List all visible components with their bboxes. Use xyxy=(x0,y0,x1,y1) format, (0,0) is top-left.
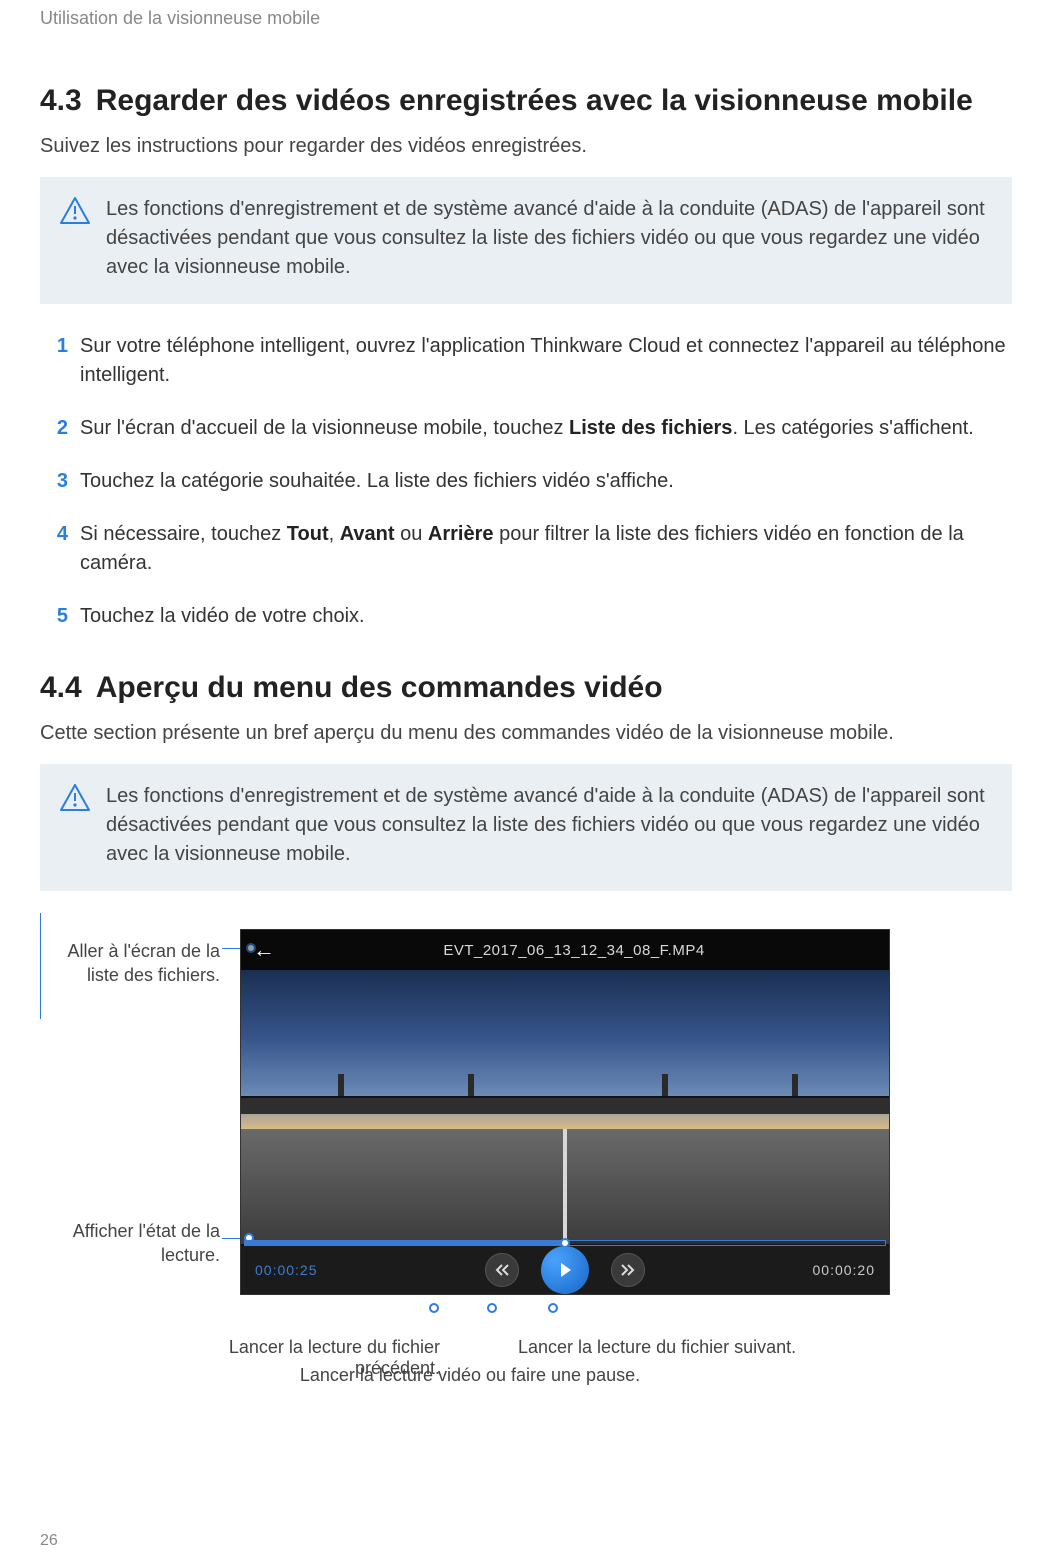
callout-status: Afficher l'état de la lecture. xyxy=(40,1219,220,1268)
step-number: 2 xyxy=(40,414,68,443)
step-5: 5 Touchez la vidéo de votre choix. xyxy=(40,602,1012,631)
warning-text-2: Les fonctions d'enregistrement et de sys… xyxy=(106,782,992,869)
step-body: Touchez la vidéo de votre choix. xyxy=(80,602,365,631)
section-4-3-intro: Suivez les instructions pour regarder de… xyxy=(40,132,1012,161)
step-4: 4 Si nécessaire, touchez Tout, Avant ou … xyxy=(40,520,1012,578)
section-number: 4.4 xyxy=(40,671,82,704)
callout-dot-icon xyxy=(548,1303,558,1313)
player-controls: 00:00:25 00:00:20 xyxy=(241,1246,889,1294)
step-1: 1 Sur votre téléphone intelligent, ouvre… xyxy=(40,332,1012,390)
step-3: 3 Touchez la catégorie souhaitée. La lis… xyxy=(40,467,1012,496)
step-body: Sur votre téléphone intelligent, ouvrez … xyxy=(80,332,1012,390)
section-4-3-heading: 4.3 Regarder des vidéos enregistrées avec… xyxy=(40,84,1012,118)
section-title: Regarder des vidéos enregistrées avec la… xyxy=(96,84,973,117)
player-topbar: ← EVT_2017_06_13_12_34_08_F.MP4 xyxy=(241,930,889,970)
video-filename: EVT_2017_06_13_12_34_08_F.MP4 xyxy=(293,942,855,959)
warning-box-2: Les fonctions d'enregistrement et de sys… xyxy=(40,764,1012,891)
back-arrow-icon[interactable]: ← xyxy=(253,937,275,963)
step-number: 4 xyxy=(40,520,68,549)
callout-dot-icon xyxy=(487,1303,497,1313)
play-button[interactable] xyxy=(541,1246,589,1294)
leader-line xyxy=(40,993,41,1019)
step-body: Sur l'écran d'accueil de la visionneuse … xyxy=(80,414,974,443)
video-frame xyxy=(241,970,889,1244)
page-number: 26 xyxy=(40,1532,58,1550)
callout-dot-icon xyxy=(429,1303,439,1313)
warning-box-1: Les fonctions d'enregistrement et de sys… xyxy=(40,177,1012,304)
leader-line xyxy=(40,913,41,939)
next-button[interactable] xyxy=(611,1253,645,1287)
step-number: 3 xyxy=(40,467,68,496)
section-number: 4.3 xyxy=(40,84,82,117)
callout-play: Lancer la lecture vidéo ou faire une pau… xyxy=(240,1365,700,1386)
section-title: Aperçu du menu des commandes vidéo xyxy=(96,671,663,704)
section-4-4-intro: Cette section présente un bref aperçu du… xyxy=(40,719,1012,748)
warning-text-1: Les fonctions d'enregistrement et de sys… xyxy=(106,195,992,282)
callout-next: Lancer la lecture du fichier suivant. xyxy=(518,1337,838,1358)
section-4-4-heading: 4.4 Aperçu du menu des commandes vidéo xyxy=(40,671,1012,705)
step-2: 2 Sur l'écran d'accueil de la visionneus… xyxy=(40,414,1012,443)
video-player: ← EVT_2017_06_13_12_34_08_F.MP4 00:00:25 xyxy=(240,929,890,1295)
callout-back: Aller à l'écran de la liste des fichiers… xyxy=(40,939,220,988)
warning-icon xyxy=(60,784,90,812)
running-header: Utilisation de la visionneuse mobile xyxy=(40,0,1012,29)
step-number: 5 xyxy=(40,602,68,631)
player-diagram: Aller à l'écran de la liste des fichiers… xyxy=(40,913,1012,1393)
step-body: Si nécessaire, touchez Tout, Avant ou Ar… xyxy=(80,520,1012,578)
previous-button[interactable] xyxy=(485,1253,519,1287)
time-duration: 00:00:20 xyxy=(813,1262,876,1278)
steps-list: 1 Sur votre téléphone intelligent, ouvre… xyxy=(40,332,1012,631)
step-number: 1 xyxy=(40,332,68,361)
step-body: Touchez la catégorie souhaitée. La liste… xyxy=(80,467,674,496)
time-elapsed: 00:00:25 xyxy=(255,1262,318,1278)
progress-fill xyxy=(245,1241,565,1245)
warning-icon xyxy=(60,197,90,225)
